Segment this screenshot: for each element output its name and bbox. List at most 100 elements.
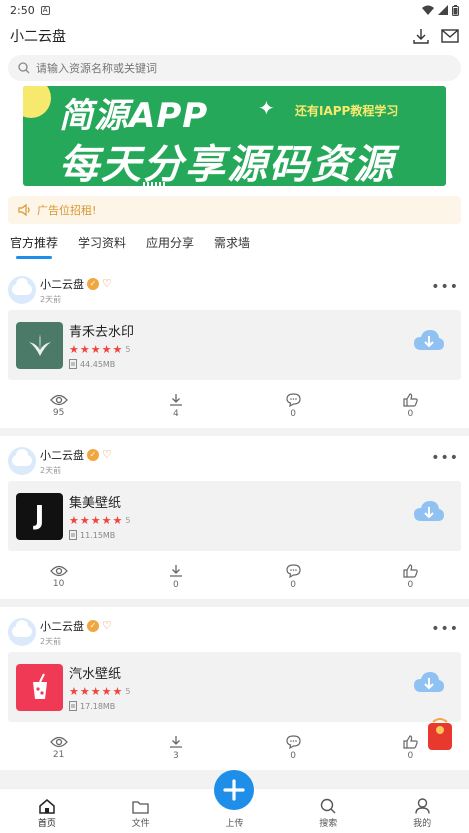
download-icon <box>169 565 182 577</box>
app-info: 集美壁纸 ★★★★★ 5 11.15MB <box>69 492 131 540</box>
tab-study[interactable]: 学习资料 <box>78 234 126 259</box>
search-wrapper <box>0 52 469 85</box>
promo-banner[interactable]: 简源APP ✦ 还有IAPP教程学习 每天分享源码资源 <box>23 86 446 186</box>
app-size: 11.15MB <box>69 530 131 540</box>
eye-icon <box>49 394 68 406</box>
more-icon[interactable]: ••• <box>431 279 459 295</box>
banner-wrapper: 简源APP ✦ 还有IAPP教程学习 每天分享源码资源 <box>0 85 469 192</box>
tab-official[interactable]: 官方推荐 <box>10 234 58 259</box>
app-rating: ★★★★★ 5 <box>69 685 132 698</box>
stat-comments[interactable]: 0 <box>235 722 352 774</box>
search-input[interactable] <box>36 61 336 75</box>
post-header: 小二云盘 ✓ ♡ 2天前 <box>8 445 461 477</box>
app-size: 44.45MB <box>69 359 134 369</box>
download-icon <box>169 394 182 406</box>
username: 小二云盘 <box>40 448 84 462</box>
username: 小二云盘 <box>40 277 84 291</box>
app-item[interactable]: 汽水壁纸 ★★★★★ 5 17.18MB <box>8 652 461 722</box>
avatar[interactable] <box>8 447 36 475</box>
app-name: 集美壁纸 <box>69 496 122 511</box>
tab-requests[interactable]: 需求墙 <box>214 234 250 259</box>
comment-icon <box>286 393 301 407</box>
signal-icon <box>438 5 448 15</box>
post-user[interactable]: 小二云盘 ✓ ♡ <box>40 276 114 292</box>
top-bar: 小二云盘 <box>0 20 469 52</box>
app-item[interactable]: 青禾去水印 ★★★★★ 5 44.45MB <box>8 310 461 380</box>
cloud-download-icon[interactable] <box>413 328 445 354</box>
red-packet-button[interactable] <box>425 716 455 752</box>
post-stats: 21 3 0 0 <box>0 722 469 774</box>
verified-icon: ✓ <box>87 619 99 632</box>
stat-views[interactable]: 95 <box>0 380 117 432</box>
app-name: 汽水壁纸 <box>69 667 122 682</box>
avatar[interactable] <box>8 618 36 646</box>
thumbs-up-icon <box>403 393 418 407</box>
folder-icon <box>132 801 149 814</box>
nav-profile[interactable]: 我的 <box>375 789 469 833</box>
search-icon <box>18 62 30 74</box>
post-stats: 95 4 0 0 <box>0 380 469 432</box>
eye-icon <box>49 565 68 577</box>
post-time: 2天前 <box>40 465 62 475</box>
stat-likes[interactable]: 0 <box>352 551 469 603</box>
download-icon <box>169 736 182 748</box>
ad-wrapper: 广告位招租! <box>0 192 469 230</box>
stat-comments[interactable]: 0 <box>235 380 352 432</box>
nav-home[interactable]: 首页 <box>0 789 94 833</box>
banner-line2: 每天分享源码资源 <box>59 142 395 186</box>
banner-indicator <box>143 182 167 186</box>
vip-icon: ♡ <box>102 276 112 290</box>
nav-files[interactable]: 文件 <box>94 789 188 833</box>
drink-cup-icon <box>32 673 47 699</box>
banner-sub: 还有IAPP教程学习 <box>295 104 399 118</box>
app-size: 17.18MB <box>69 701 131 711</box>
post-user[interactable]: 小二云盘 ✓ ♡ <box>40 447 114 463</box>
sparkle-icon: ✦ <box>258 96 275 120</box>
comment-icon <box>286 735 301 749</box>
download-icon[interactable] <box>413 28 429 44</box>
app-root: 2:50 A 小二云盘 简源APP ✦ 还有IAPP教程学习 每天分享源码资源 <box>0 0 469 833</box>
cloud-download-icon[interactable] <box>413 670 445 696</box>
ad-text: 广告位招租! <box>37 204 97 217</box>
page-title: 小二云盘 <box>10 29 66 45</box>
stat-views[interactable]: 10 <box>0 551 117 603</box>
user-icon <box>414 798 430 814</box>
leaf-icon <box>28 334 51 356</box>
mail-icon[interactable] <box>441 29 459 43</box>
more-icon[interactable]: ••• <box>431 450 459 466</box>
search-bar[interactable] <box>8 55 461 81</box>
nav-search[interactable]: 搜索 <box>281 789 375 833</box>
tab-apps[interactable]: 应用分享 <box>146 234 194 259</box>
post-header: 小二云盘 ✓ ♡ 2天前 <box>8 274 461 306</box>
avatar[interactable] <box>8 276 36 304</box>
file-icon <box>69 701 77 711</box>
notification-icon: A <box>40 5 50 15</box>
stat-downloads[interactable]: 4 <box>117 380 234 432</box>
upload-button[interactable] <box>214 770 254 810</box>
stat-views[interactable]: 21 <box>0 722 117 774</box>
banner-decoration <box>23 86 51 118</box>
app-item[interactable]: J 集美壁纸 ★★★★★ 5 11.15MB <box>8 481 461 551</box>
vip-icon: ♡ <box>102 618 112 632</box>
stat-downloads[interactable]: 0 <box>117 551 234 603</box>
status-icons <box>422 4 459 16</box>
app-rating: ★★★★★ 5 <box>69 343 132 356</box>
status-time: 2:50 <box>10 3 35 17</box>
stat-comments[interactable]: 0 <box>235 551 352 603</box>
post-stats: 10 0 0 0 <box>0 551 469 603</box>
post-header: 小二云盘 ✓ ♡ 2天前 <box>8 616 461 648</box>
comment-icon <box>286 564 301 578</box>
post-feed: 小二云盘 ✓ ♡ 2天前 ••• 青禾去水印 ★★★★★ 5 44.45MB 9… <box>0 265 469 778</box>
post-meta: 小二云盘 ✓ ♡ 2天前 <box>40 447 114 476</box>
post-user[interactable]: 小二云盘 ✓ ♡ <box>40 618 114 634</box>
category-tabs: 官方推荐 学习资料 应用分享 需求墙 <box>0 230 469 266</box>
verified-icon: ✓ <box>87 277 99 290</box>
app-rating: ★★★★★ 5 <box>69 514 132 527</box>
ad-notice[interactable]: 广告位招租! <box>8 196 461 224</box>
bottom-nav: 首页 文件 上传 搜索 我的 <box>0 770 469 833</box>
more-icon[interactable]: ••• <box>431 621 459 637</box>
post-meta: 小二云盘 ✓ ♡ 2天前 <box>40 276 114 305</box>
stat-downloads[interactable]: 3 <box>117 722 234 774</box>
cloud-download-icon[interactable] <box>413 499 445 525</box>
stat-likes[interactable]: 0 <box>352 380 469 432</box>
